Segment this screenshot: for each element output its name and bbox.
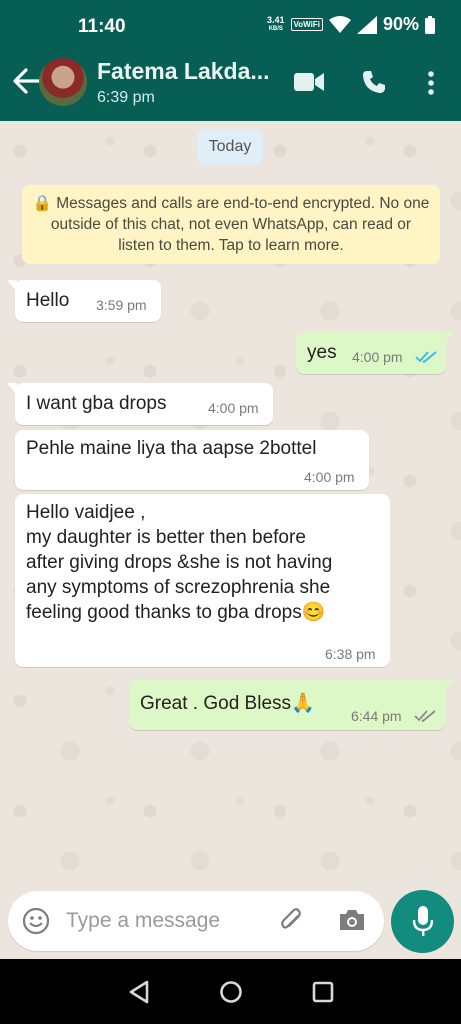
message-time: 4:00 pm <box>208 400 259 416</box>
delivered-receipt-icon <box>414 710 436 722</box>
attach-icon[interactable] <box>278 907 306 935</box>
battery-percent: 90% <box>382 14 419 34</box>
network-speed-unit: KB/S <box>268 25 283 32</box>
video-call-icon[interactable] <box>294 72 324 92</box>
mic-button[interactable] <box>391 890 454 953</box>
emoji-icon[interactable] <box>22 907 50 935</box>
wifi-icon <box>328 15 351 33</box>
message-text: yes <box>307 342 337 363</box>
camera-icon[interactable] <box>338 908 366 932</box>
message-incoming[interactable]: Hello vaidjee , my daughter is better th… <box>15 494 390 667</box>
message-text: Pehle maine liya tha aapse 2bottel <box>26 438 317 459</box>
message-time: 4:00 pm <box>352 349 403 365</box>
nav-back-icon[interactable] <box>128 980 150 1004</box>
message-incoming[interactable]: Pehle maine liya tha aapse 2bottel 4:00 … <box>15 430 369 490</box>
more-options-icon[interactable] <box>427 70 435 96</box>
read-receipt-icon <box>415 351 437 363</box>
message-input[interactable]: Type a message <box>66 909 220 933</box>
message-text: Hello <box>26 290 70 311</box>
network-speed: 3.41 KB/S <box>266 14 285 34</box>
message-outgoing[interactable]: yes 4:00 pm <box>296 332 454 374</box>
system-nav-bar <box>0 959 461 1024</box>
status-bar: 11:40 3.41 KB/S VoWiFi 90% <box>0 0 461 44</box>
message-incoming[interactable]: I want gba drops 4:00 pm <box>7 383 273 425</box>
battery-icon <box>425 15 435 34</box>
chat-area[interactable]: Today 🔒 Messages and calls are end-to-en… <box>0 121 461 959</box>
message-time: 4:00 pm <box>304 469 355 485</box>
message-time: 3:59 pm <box>96 297 147 313</box>
network-speed-value: 3.41 <box>266 14 285 25</box>
last-seen: 6:39 pm <box>97 89 155 106</box>
message-text: Great . God Bless🙏 <box>140 693 315 714</box>
message-composer[interactable]: Type a message <box>8 891 384 951</box>
signal-icon <box>356 15 377 34</box>
date-chip: Today <box>197 129 263 165</box>
encryption-notice[interactable]: 🔒 Messages and calls are end-to-end encr… <box>22 185 440 264</box>
contact-name[interactable]: Fatema Lakda... <box>97 58 270 85</box>
message-incoming[interactable]: Hello 3:59 pm <box>7 280 161 322</box>
message-outgoing[interactable]: Great . God Bless🙏 6:44 pm <box>129 680 454 730</box>
status-icons: 3.41 KB/S VoWiFi 90% <box>267 14 435 35</box>
message-time: 6:38 pm <box>325 646 376 662</box>
nav-home-icon[interactable] <box>219 980 243 1004</box>
vowifi-badge: VoWiFi <box>290 18 323 31</box>
chat-header: Fatema Lakda... 6:39 pm <box>0 44 461 121</box>
message-text: Hello vaidjee , my daughter is better th… <box>26 502 333 623</box>
nav-recents-icon[interactable] <box>312 981 334 1003</box>
contact-avatar[interactable] <box>39 58 87 106</box>
mic-icon <box>412 906 434 936</box>
message-time: 6:44 pm <box>351 708 402 724</box>
message-text: I want gba drops <box>26 393 167 414</box>
voice-call-icon[interactable] <box>362 70 386 94</box>
status-time: 11:40 <box>78 16 126 37</box>
